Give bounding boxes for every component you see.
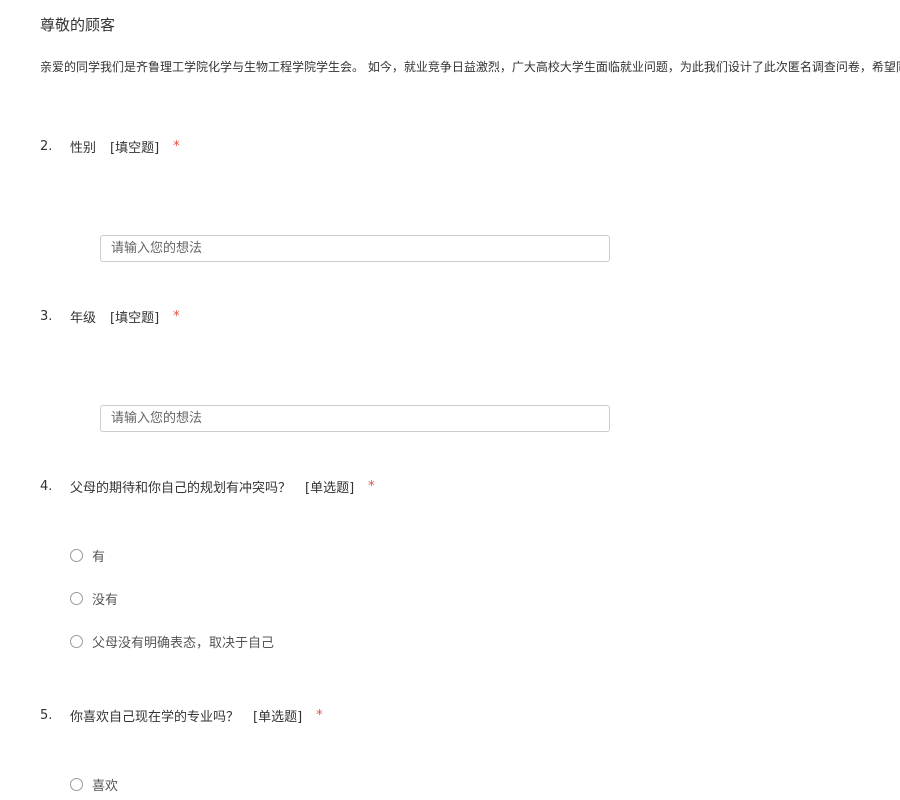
option-label: 喜欢 <box>92 779 119 794</box>
required-marker: * <box>173 139 180 154</box>
question-type-label: [单选题] <box>253 710 303 725</box>
question-text: 性别 <box>70 141 97 156</box>
grade-input[interactable] <box>100 405 610 432</box>
question-text: 年级 <box>70 311 97 326</box>
question-number: 4. <box>40 479 53 494</box>
radio-button[interactable] <box>70 778 83 791</box>
question-number: 3. <box>40 309 53 324</box>
radio-option-like[interactable]: 喜欢 <box>70 775 118 794</box>
option-label: 没有 <box>92 593 119 608</box>
option-label: 有 <box>92 550 106 565</box>
radio-button[interactable] <box>70 635 83 648</box>
survey-greeting: 尊敬的顾客 <box>40 16 116 34</box>
question-5-title: 5. 你喜欢自己现在学的专业吗？ [单选题] * <box>40 706 323 725</box>
radio-option-depends-on-self[interactable]: 父母没有明确表态，取决于自己 <box>70 632 274 651</box>
radio-option-yes[interactable]: 有 <box>70 546 105 565</box>
question-2-title: 2. 性别 [填空题] * <box>40 137 180 156</box>
required-marker: * <box>173 309 180 324</box>
question-type-label: [填空题] <box>110 141 160 156</box>
question-type-label: [填空题] <box>110 311 160 326</box>
question-3-title: 3. 年级 [填空题] * <box>40 307 180 326</box>
question-4-title: 4. 父母的期待和你自己的规划有冲突吗？ [单选题] * <box>40 477 375 496</box>
gender-input[interactable] <box>100 235 610 262</box>
question-text: 你喜欢自己现在学的专业吗？ <box>70 710 240 725</box>
survey-intro-text: 亲爱的同学我们是齐鲁理工学院化学与生物工程学院学生会。 如今，就业竞争日益激烈，… <box>40 60 900 74</box>
question-text: 父母的期待和你自己的规划有冲突吗？ <box>70 481 292 496</box>
required-marker: * <box>368 479 375 494</box>
question-number: 2. <box>40 139 53 154</box>
radio-button[interactable] <box>70 549 83 562</box>
radio-option-no[interactable]: 没有 <box>70 589 118 608</box>
question-number: 5. <box>40 708 53 723</box>
question-type-label: [单选题] <box>305 481 355 496</box>
radio-button[interactable] <box>70 592 83 605</box>
required-marker: * <box>316 708 323 723</box>
option-label: 父母没有明确表态，取决于自己 <box>92 636 275 651</box>
